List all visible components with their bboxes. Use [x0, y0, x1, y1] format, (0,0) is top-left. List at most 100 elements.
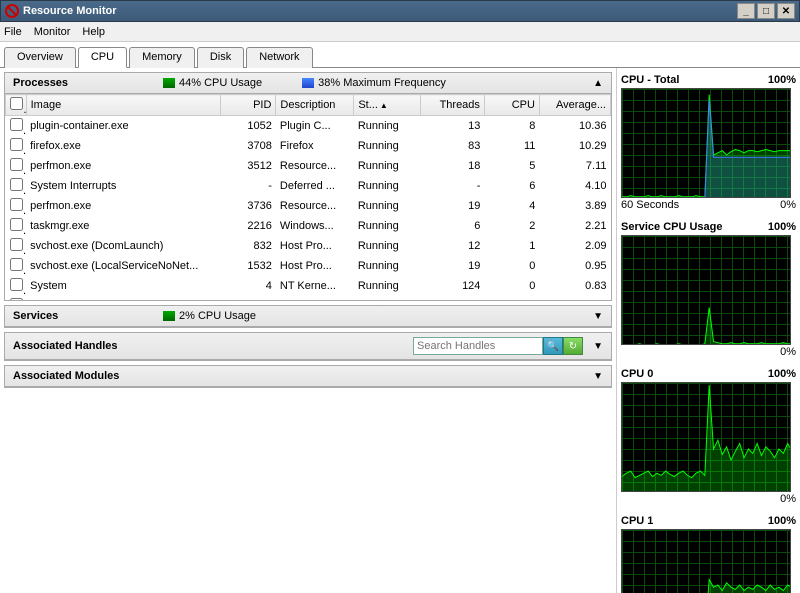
cell-description: Windows... — [276, 216, 354, 236]
cell-image: svchost.exe (DcomLaunch) — [26, 236, 221, 256]
col-pid[interactable]: PID — [221, 95, 276, 116]
cell-status: Running — [354, 196, 420, 216]
cell-status: Running — [354, 216, 420, 236]
tab-cpu[interactable]: CPU — [78, 47, 127, 68]
select-all-checkbox[interactable] — [10, 97, 23, 110]
chart-min: 0% — [780, 199, 796, 211]
table-row[interactable]: perfmon.exe 3512 Resource... Running 18 … — [6, 156, 611, 176]
handles-title: Associated Handles — [13, 340, 118, 352]
titlebar[interactable]: Resource Monitor _ □ ✕ — [0, 0, 800, 22]
menu-help[interactable]: Help — [82, 26, 105, 38]
row-checkbox[interactable] — [10, 118, 23, 131]
chart-min: 0% — [780, 346, 796, 358]
table-row[interactable]: firefox.exe 3708 Firefox Running 83 11 1… — [6, 136, 611, 156]
chart-canvas-service — [621, 235, 791, 345]
cell-image: System — [26, 276, 221, 296]
search-handles-input[interactable] — [413, 337, 543, 355]
row-checkbox[interactable] — [10, 138, 23, 151]
row-checkbox[interactable] — [10, 278, 23, 291]
cell-image: taskmgr.exe — [26, 216, 221, 236]
services-panel: Services 2% CPU Usage ▼ — [4, 305, 612, 328]
tab-overview[interactable]: Overview — [4, 47, 76, 68]
table-row[interactable]: perfmon.exe 3736 Resource... Running 19 … — [6, 196, 611, 216]
table-row[interactable]: System 4 NT Kerne... Running 124 0 0.83 — [6, 276, 611, 296]
row-checkbox[interactable] — [10, 238, 23, 251]
sort-arrow-icon: ▲ — [380, 101, 388, 110]
services-header[interactable]: Services 2% CPU Usage ▼ — [5, 306, 611, 327]
processes-header[interactable]: Processes 44% CPU Usage 38% Maximum Freq… — [5, 73, 611, 94]
tab-network[interactable]: Network — [246, 47, 312, 68]
cell-status: Running — [354, 256, 420, 276]
menu-monitor[interactable]: Monitor — [34, 26, 71, 38]
close-button[interactable]: ✕ — [777, 3, 795, 19]
system-buttons: _ □ ✕ — [737, 3, 795, 19]
chart-service-cpu: Service CPU Usage100% 0% — [621, 219, 796, 360]
row-checkbox[interactable] — [10, 198, 23, 211]
chart-canvas-cpu1 — [621, 529, 791, 593]
chart-canvas-cpu0 — [621, 382, 791, 492]
table-row[interactable]: System Interrupts - Deferred ... Running… — [6, 176, 611, 196]
tab-memory[interactable]: Memory — [129, 47, 195, 68]
col-description[interactable]: Description — [276, 95, 354, 116]
refresh-button[interactable]: ↻ — [563, 337, 583, 355]
col-average[interactable]: Average... — [539, 95, 610, 116]
menu-file[interactable]: File — [4, 26, 22, 38]
cell-threads: 124 — [420, 276, 484, 296]
cell-cpu: 5 — [484, 156, 539, 176]
cell-cpu: 11 — [484, 136, 539, 156]
cell-image: svchost.exe (LocalServiceNoNet... — [26, 256, 221, 276]
cell-cpu: 1 — [484, 296, 539, 300]
chart-min: 0% — [780, 493, 796, 505]
minimize-button[interactable]: _ — [737, 3, 755, 19]
col-threads[interactable]: Threads — [420, 95, 484, 116]
chart-max: 100% — [768, 368, 796, 380]
maximize-button[interactable]: □ — [757, 3, 775, 19]
chart-cpu-total: CPU - Total100% 60 Seconds0% — [621, 72, 796, 213]
cell-pid: 832 — [221, 236, 276, 256]
modules-title: Associated Modules — [13, 370, 163, 382]
cell-average: 3.89 — [539, 196, 610, 216]
tab-disk[interactable]: Disk — [197, 47, 244, 68]
chart-cpu0: CPU 0100% 0% — [621, 366, 796, 507]
modules-panel: Associated Modules ▼ — [4, 365, 612, 388]
chart-max: 100% — [768, 74, 796, 86]
table-row[interactable]: lsass.exe 664 Local Sec... Running 10 1 … — [6, 296, 611, 300]
row-checkbox[interactable] — [10, 158, 23, 171]
cell-cpu: 8 — [484, 116, 539, 137]
modules-header[interactable]: Associated Modules ▼ — [5, 366, 611, 387]
col-status[interactable]: St...▲ — [354, 95, 420, 116]
cpu-usage-swatch — [163, 78, 175, 88]
cell-status: Running — [354, 176, 420, 196]
handles-panel: Associated Handles 🔍 ↻ ▼ — [4, 332, 612, 361]
cell-pid: 4 — [221, 276, 276, 296]
handles-header[interactable]: Associated Handles 🔍 ↻ ▼ — [5, 333, 611, 360]
cell-image: firefox.exe — [26, 136, 221, 156]
processes-panel: Processes 44% CPU Usage 38% Maximum Freq… — [4, 72, 612, 301]
cell-status: Running — [354, 156, 420, 176]
chart-canvas-total — [621, 88, 791, 198]
chart-xlabel: 60 Seconds — [621, 199, 679, 211]
window-title: Resource Monitor — [23, 5, 737, 17]
row-checkbox[interactable] — [10, 258, 23, 271]
table-row[interactable]: svchost.exe (DcomLaunch) 832 Host Pro...… — [6, 236, 611, 256]
charts-pane[interactable]: CPU - Total100% 60 Seconds0% Service CPU… — [616, 68, 800, 593]
services-title: Services — [13, 310, 163, 322]
processes-table-wrap: Image PID Description St...▲ Threads CPU… — [5, 94, 611, 300]
table-row[interactable]: svchost.exe (LocalServiceNoNet... 1532 H… — [6, 256, 611, 276]
chart-title: CPU 1 — [621, 515, 653, 527]
table-row[interactable]: taskmgr.exe 2216 Windows... Running 6 2 … — [6, 216, 611, 236]
row-checkbox[interactable] — [10, 218, 23, 231]
col-cpu[interactable]: CPU — [484, 95, 539, 116]
row-checkbox[interactable] — [10, 298, 23, 300]
table-row[interactable]: plugin-container.exe 1052 Plugin C... Ru… — [6, 116, 611, 137]
cell-average: 0.83 — [539, 276, 610, 296]
cell-status: Running — [354, 276, 420, 296]
max-freq-label: 38% Maximum Frequency — [318, 77, 446, 89]
col-checkbox[interactable] — [6, 95, 27, 116]
row-checkbox[interactable] — [10, 178, 23, 191]
col-image[interactable]: Image — [26, 95, 221, 116]
expand-icon: ▼ — [593, 341, 603, 352]
cell-pid: - — [221, 176, 276, 196]
search-button[interactable]: 🔍 — [543, 337, 563, 355]
menubar: File Monitor Help — [0, 22, 800, 42]
